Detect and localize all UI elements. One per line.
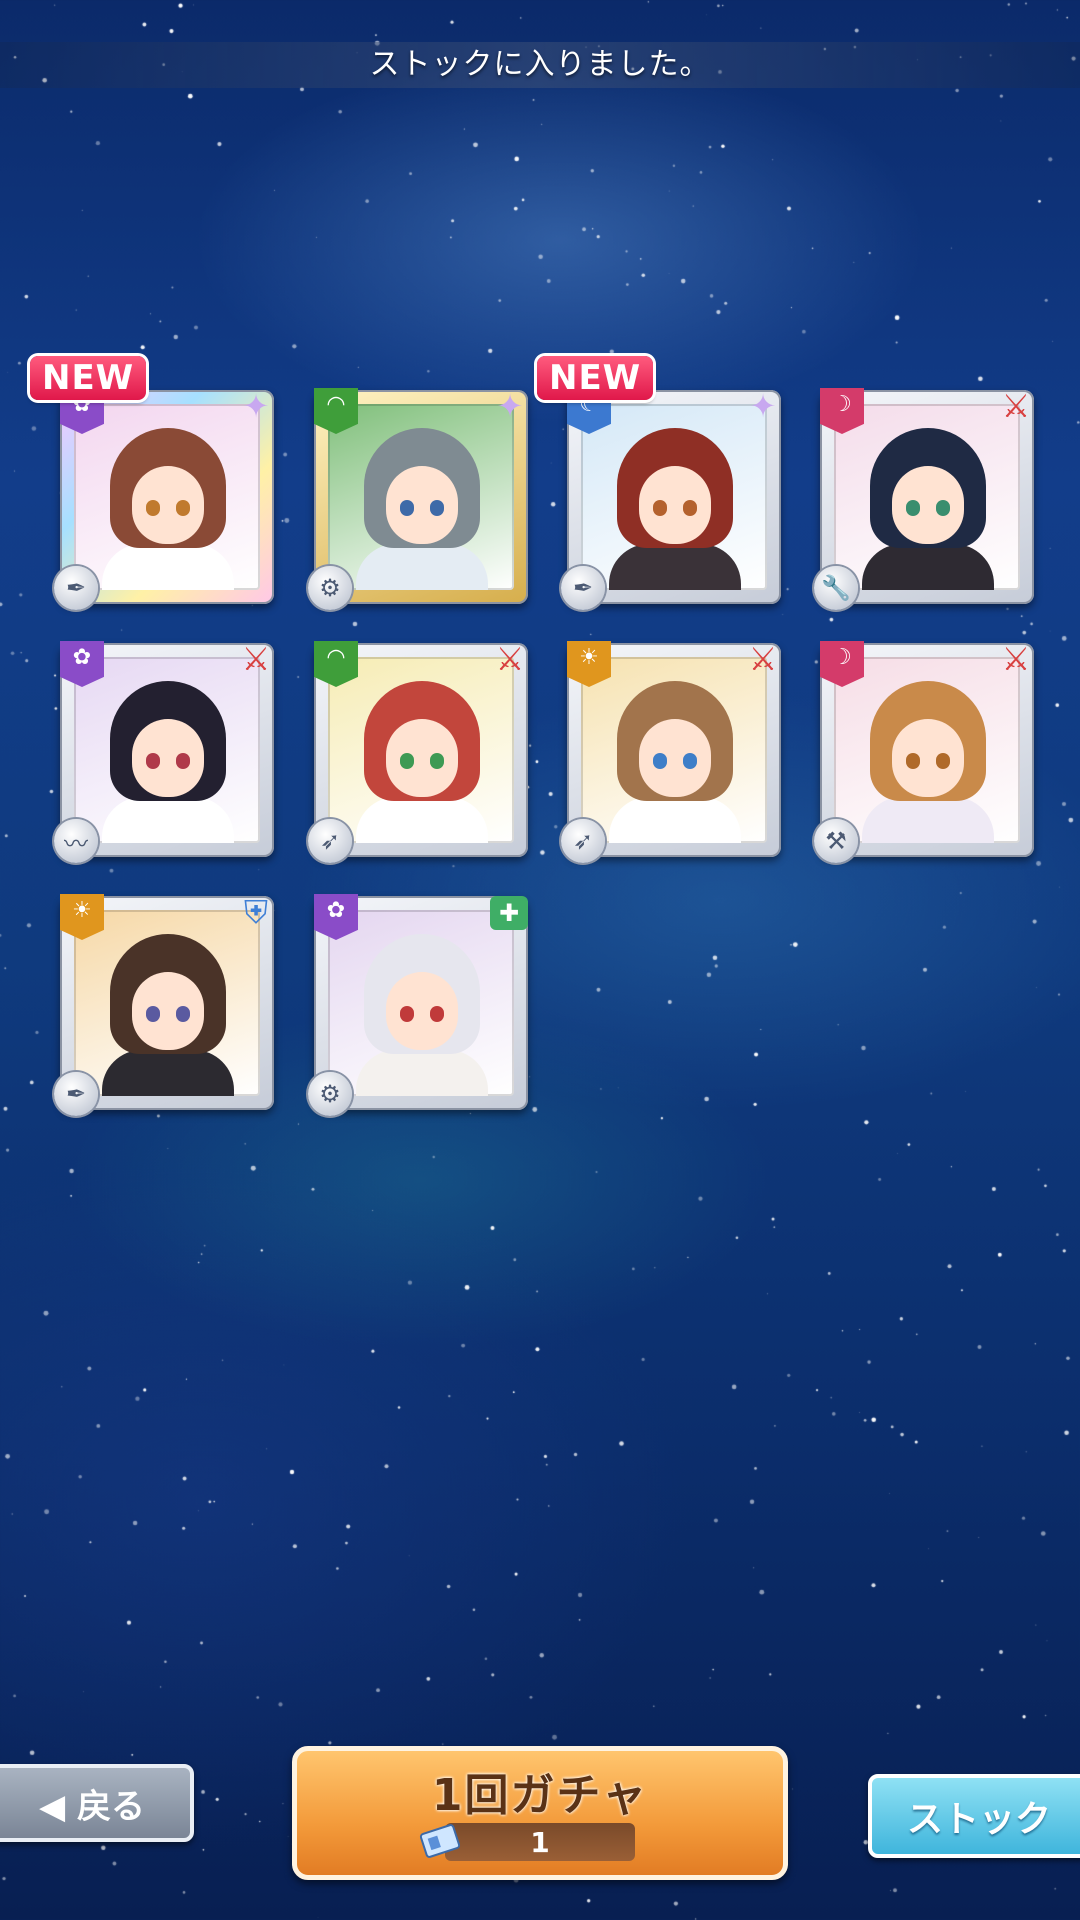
portrait-face bbox=[386, 972, 458, 1050]
character-card[interactable]: ◠ ⚔ ➶ bbox=[308, 640, 528, 863]
portrait-face bbox=[132, 719, 204, 797]
portrait-face bbox=[892, 466, 964, 544]
portrait-body bbox=[356, 544, 488, 590]
portrait-eye-l bbox=[146, 753, 160, 769]
portrait-eye-r bbox=[683, 753, 697, 769]
sword-role-icon: ⚔ bbox=[241, 640, 271, 678]
portrait-eye-l bbox=[400, 500, 414, 516]
portrait-eye-l bbox=[906, 753, 920, 769]
portrait-body bbox=[356, 1050, 488, 1096]
portrait-eye-r bbox=[176, 1006, 190, 1022]
single-gacha-button[interactable]: 1回ガチャ 1 bbox=[292, 1746, 788, 1880]
portrait-body bbox=[862, 544, 994, 590]
portrait-eye-r bbox=[430, 753, 444, 769]
character-portrait bbox=[581, 657, 767, 843]
portrait-face bbox=[132, 466, 204, 544]
stock-button[interactable]: ストック bbox=[868, 1774, 1080, 1858]
character-card[interactable]: ◠ ✦ ⚙ bbox=[308, 387, 528, 610]
character-card[interactable]: ✿ ✦ ✒ NEW bbox=[30, 356, 274, 610]
sword-role-icon: ⚔ bbox=[1001, 640, 1031, 678]
new-badge: NEW bbox=[30, 356, 147, 400]
rocket-weapon-icon: ➶ bbox=[561, 819, 605, 863]
character-portrait bbox=[328, 657, 514, 843]
portrait-body bbox=[102, 1050, 234, 1096]
quill-weapon-icon: ✒ bbox=[561, 566, 605, 610]
quill-weapon-icon: ✒ bbox=[54, 566, 98, 610]
portrait-body bbox=[102, 797, 234, 843]
character-portrait bbox=[328, 404, 514, 590]
wrench-weapon-icon: 🔧 bbox=[814, 566, 858, 610]
sword-role-icon: ⚔ bbox=[1001, 387, 1031, 425]
star-role-icon: ✦ bbox=[496, 387, 524, 425]
portrait-face bbox=[639, 466, 711, 544]
portrait-face bbox=[132, 972, 204, 1050]
portrait-body bbox=[356, 797, 488, 843]
portrait-eye-l bbox=[906, 500, 920, 516]
portrait-body bbox=[862, 797, 994, 843]
character-portrait bbox=[834, 657, 1020, 843]
character-card[interactable]: ☾ ✦ ✒ NEW bbox=[537, 356, 781, 610]
gacha-cost-bar: 1 bbox=[445, 1823, 635, 1861]
portrait-eye-r bbox=[430, 500, 444, 516]
gacha-ticket-icon bbox=[419, 1824, 461, 1858]
card-grid: ✿ ✦ ✒ NEW ◠ ✦ ⚙ ☾ ✦ ✒ NEW ☽ ⚔ 🔧 ✿ ⚔ 〰 ◠ ⚔ ➶ ☀ ⚔ ➶ ☽ ⚔ ⚒ ☀ ⛨ ✒ ✿ ✚ ⚙ bbox=[0, 0, 1080, 1200]
portrait-eye-l bbox=[400, 753, 414, 769]
star-role-icon: ✦ bbox=[242, 387, 270, 425]
whip-weapon-icon: 〰 bbox=[54, 819, 98, 863]
back-button-label: ◀ 戻る bbox=[39, 1786, 145, 1827]
character-portrait bbox=[74, 657, 260, 843]
gear-weapon-icon: ⚙ bbox=[308, 1072, 352, 1116]
shield-role-icon: ⛨ bbox=[243, 892, 268, 931]
character-card[interactable]: ☀ ⚔ ➶ bbox=[561, 640, 781, 863]
portrait-body bbox=[102, 544, 234, 590]
portrait-eye-r bbox=[936, 500, 950, 516]
character-portrait bbox=[834, 404, 1020, 590]
portrait-face bbox=[386, 719, 458, 797]
portrait-eye-r bbox=[176, 753, 190, 769]
portrait-face bbox=[639, 719, 711, 797]
portrait-eye-l bbox=[146, 1006, 160, 1022]
star-role-icon: ✦ bbox=[749, 387, 777, 425]
character-card[interactable]: ☽ ⚔ ⚒ bbox=[814, 640, 1034, 863]
character-portrait bbox=[74, 910, 260, 1096]
character-card[interactable]: ☀ ⛨ ✒ bbox=[54, 893, 274, 1116]
back-button[interactable]: ◀ 戻る bbox=[0, 1764, 194, 1842]
gear-weapon-icon: ⚙ bbox=[308, 566, 352, 610]
new-badge: NEW bbox=[537, 356, 654, 400]
portrait-body bbox=[609, 797, 741, 843]
character-portrait bbox=[581, 404, 767, 590]
portrait-face bbox=[892, 719, 964, 797]
stock-button-label: ストック bbox=[906, 1799, 1051, 1840]
medkit-role-icon: ✚ bbox=[490, 896, 528, 930]
character-portrait bbox=[74, 404, 260, 590]
gacha-button-label: 1回ガチャ bbox=[431, 1770, 649, 1821]
portrait-eye-r bbox=[176, 500, 190, 516]
quill-weapon-icon: ✒ bbox=[54, 1072, 98, 1116]
portrait-eye-l bbox=[653, 500, 667, 516]
sword-role-icon: ⚔ bbox=[495, 640, 525, 678]
portrait-face bbox=[386, 466, 458, 544]
portrait-eye-l bbox=[400, 1006, 414, 1022]
sword-role-icon: ⚔ bbox=[748, 640, 778, 678]
character-card[interactable]: ☽ ⚔ 🔧 bbox=[814, 387, 1034, 610]
character-card[interactable]: ✿ ✚ ⚙ bbox=[308, 894, 528, 1116]
portrait-eye-r bbox=[683, 500, 697, 516]
portrait-eye-l bbox=[146, 500, 160, 516]
character-card[interactable]: ✿ ⚔ 〰 bbox=[54, 640, 274, 863]
character-portrait bbox=[328, 910, 514, 1096]
portrait-eye-r bbox=[936, 753, 950, 769]
portrait-body bbox=[609, 544, 741, 590]
portrait-eye-r bbox=[430, 1006, 444, 1022]
rocket-weapon-icon: ➶ bbox=[308, 819, 352, 863]
gacha-cost-value: 1 bbox=[530, 1825, 550, 1859]
portrait-eye-l bbox=[653, 753, 667, 769]
hammer-weapon-icon: ⚒ bbox=[814, 819, 858, 863]
